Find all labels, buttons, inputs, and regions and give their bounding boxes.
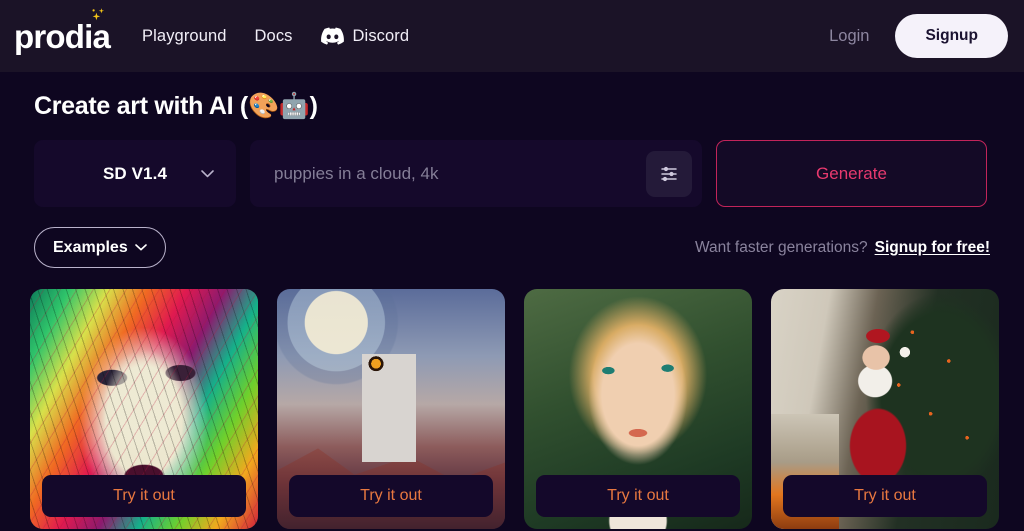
chevron-down-icon <box>201 169 214 177</box>
nav-docs[interactable]: Docs <box>255 27 293 46</box>
main-content: Create art with AI (🎨🤖) SD V1.4 puppies … <box>0 72 1024 531</box>
example-card-colorful-portrait[interactable]: Try it out <box>30 289 258 529</box>
site-header: prodia Playground Docs Discord Login Sig… <box>0 0 1024 72</box>
try-it-out-button[interactable]: Try it out <box>289 475 493 517</box>
examples-dropdown-button[interactable]: Examples <box>34 227 166 268</box>
try-it-out-button[interactable]: Try it out <box>42 475 246 517</box>
model-select[interactable]: SD V1.4 <box>34 140 236 207</box>
sliders-icon <box>661 166 677 181</box>
example-card-astronaut-horse[interactable]: Try it out <box>277 289 505 529</box>
signup-for-free-link[interactable]: Signup for free! <box>875 239 990 257</box>
examples-label: Examples <box>53 238 128 256</box>
prodia-playground-page: prodia Playground Docs Discord Login Sig… <box>0 0 1024 531</box>
prompt-settings-button[interactable] <box>646 150 692 197</box>
example-cards: Try it out Try it out Try it out Try it … <box>30 289 1024 529</box>
prodia-logo[interactable]: prodia <box>14 7 111 53</box>
login-link[interactable]: Login <box>813 19 885 54</box>
try-it-out-button[interactable]: Try it out <box>536 475 740 517</box>
nav-playground[interactable]: Playground <box>142 27 226 46</box>
prompt-field-wrapper <box>250 140 702 207</box>
main-nav: Playground Docs Discord <box>142 27 409 46</box>
signup-button[interactable]: Signup <box>895 14 1008 58</box>
try-it-out-button[interactable]: Try it out <box>783 475 987 517</box>
faster-generations-prompt: Want faster generations? Signup for free… <box>695 239 990 257</box>
nav-discord-label: Discord <box>352 26 410 45</box>
prompt-input[interactable] <box>250 140 702 207</box>
header-actions: Login Signup <box>813 14 1008 58</box>
sparkles-icon <box>92 7 105 20</box>
nav-discord[interactable]: Discord <box>320 26 410 46</box>
example-card-blonde-portrait[interactable]: Try it out <box>524 289 752 529</box>
generate-button[interactable]: Generate <box>716 140 987 207</box>
chevron-down-icon <box>134 244 147 251</box>
examples-row: Examples Want faster generations? Signup… <box>34 227 990 268</box>
model-select-value: SD V1.4 <box>102 163 167 183</box>
discord-icon <box>320 27 344 45</box>
faster-generations-text: Want faster generations? <box>695 238 868 256</box>
page-title: Create art with AI (🎨🤖) <box>34 92 318 120</box>
generation-form: SD V1.4 puppies in a cloud, 4k Generate <box>34 140 1024 207</box>
example-card-santa[interactable]: Try it out <box>771 289 999 529</box>
